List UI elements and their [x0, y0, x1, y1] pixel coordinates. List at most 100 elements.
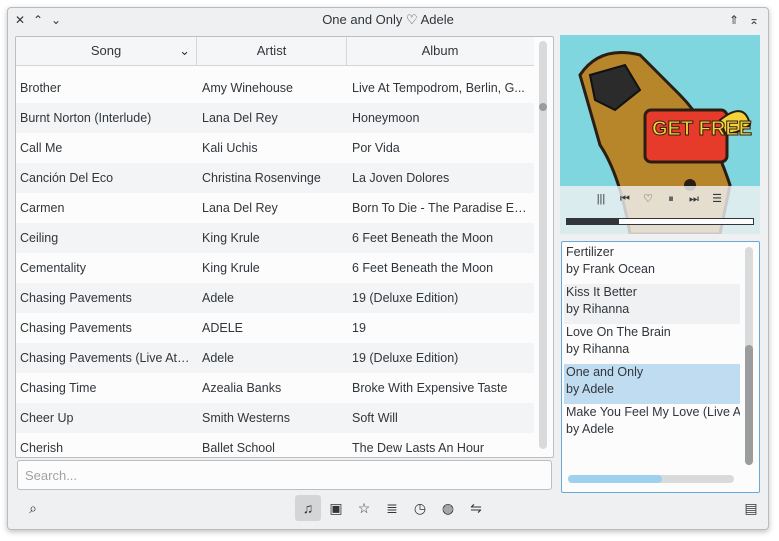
column-label-album: Album [421, 43, 459, 58]
table-row[interactable]: Chasing Time Azealia Banks Broke With Expe… [16, 373, 534, 403]
cell-artist: Amy Winehouse [202, 81, 294, 95]
playlist-item[interactable]: Make You Feel My Love (Live At by Adele [564, 404, 740, 444]
playlist-item-artist: by Adele [566, 422, 614, 436]
app-window: ✕ ⌃ ⌄ One and Only ♡ Adele ⇑ ⌅ Song ⌄ Ar… [7, 7, 769, 530]
cell-album: La Joven Dolores [352, 171, 450, 185]
shade-icon[interactable]: ⌅ [746, 12, 762, 28]
table-row[interactable]: Brother Amy Winehouse Live At Tempodrom, B… [16, 73, 534, 103]
cell-album: Born To Die - The Paradise Ed... [352, 201, 528, 215]
cell-album: Honeymoon [352, 111, 420, 125]
cell-album: 19 [352, 321, 366, 335]
cell-song: Cementality [20, 261, 86, 275]
column-header-song[interactable]: Song ⌄ [16, 37, 197, 65]
player-controls: ||| ⏮ ♡ ⏸ ⏭ ☰ [560, 186, 760, 234]
table-row[interactable]: Chasing Pavements Adele 19 (Deluxe Edition… [16, 283, 534, 313]
playlist-icon[interactable]: ≣ [379, 495, 405, 521]
playlist-item[interactable]: Love On The Brain by Rihanna [564, 324, 740, 364]
table-row[interactable]: Chasing Pavements (Live At ... Adele 19 (D… [16, 343, 534, 373]
cell-artist: Ballet School [202, 441, 275, 455]
playlist-item-selected[interactable]: One and Only by Adele [564, 364, 740, 404]
table-row[interactable]: Burnt Norton (Interlude) Lana Del Rey Hone… [16, 103, 534, 133]
bottom-toolbar: ⌕ ♫ ▣ ☆ ≣ ◷ ◍ ⇋ ▤ [8, 494, 768, 522]
cell-song: Burnt Norton (Interlude) [20, 111, 152, 125]
table-row[interactable]: Cherish Ballet School The Dew Lasts An Hou… [16, 433, 534, 457]
table-scrollbar-handle[interactable] [539, 103, 547, 111]
cell-album: Por Vida [352, 141, 400, 155]
seek-bar[interactable] [566, 218, 754, 225]
table-scrollbar[interactable] [539, 41, 547, 449]
cell-album: The Dew Lasts An Hour [352, 441, 485, 455]
titlebar: ✕ ⌃ ⌄ One and Only ♡ Adele ⇑ ⌅ [8, 8, 768, 32]
table-row[interactable]: Canción Del Eco Christina Rosenvinge La Jo… [16, 163, 534, 193]
table-row[interactable]: Ceiling King Krule 6 Feet Beneath the Moon [16, 223, 534, 253]
notes-icon[interactable]: ▤ [738, 495, 764, 521]
cell-artist: Christina Rosenvinge [202, 171, 321, 185]
playlist-item-title: One and Only [566, 365, 644, 379]
table-row[interactable]: Cementality King Krule 6 Feet Beneath the … [16, 253, 534, 283]
globe-icon[interactable]: ◍ [435, 495, 461, 521]
playlist-scrollbar[interactable] [745, 247, 753, 465]
search-placeholder: Search... [25, 468, 78, 483]
column-label-artist: Artist [256, 43, 287, 58]
next-icon[interactable]: ⏭ [685, 190, 703, 208]
cell-song: Brother [20, 81, 61, 95]
playlist-item-artist: by Frank Ocean [566, 262, 655, 276]
table-row[interactable]: Carmen Lana Del Rey Born To Die - The Para… [16, 193, 534, 223]
pause-icon[interactable]: ⏸ [662, 190, 680, 208]
music-note-icon[interactable]: ♫ [295, 495, 321, 521]
search-field[interactable]: Search... [17, 460, 552, 490]
cell-artist: Lana Del Rey [202, 201, 278, 215]
song-table: Song ⌄ Artist Album Brother Amy Winehouse… [15, 36, 554, 458]
cell-song: Chasing Time [20, 381, 97, 395]
cell-song: Cheer Up [20, 411, 74, 425]
playlist-item-artist: by Rihanna [566, 342, 630, 356]
cell-album: 19 (Deluxe Edition) [352, 291, 459, 305]
seek-bar-fill [567, 219, 620, 224]
window-title: One and Only ♡ Adele [322, 12, 454, 27]
table-header: Song ⌄ Artist Album [16, 37, 534, 66]
star-icon[interactable]: ☆ [351, 495, 377, 521]
playlist-item[interactable]: Fertilizer by Frank Ocean [564, 244, 740, 284]
cell-song: Chasing Pavements (Live At ... [20, 351, 190, 365]
table-row[interactable]: Call Me Kali Uchis Por Vida [16, 133, 534, 163]
cell-album: 6 Feet Beneath the Moon [352, 231, 494, 245]
playlist-scrollbar-handle[interactable] [745, 345, 753, 465]
cell-song: Cherish [20, 441, 64, 455]
playlist-item-title: Kiss It Better [566, 285, 637, 299]
cell-album: Live At Tempodrom, Berlin, G... [352, 81, 525, 95]
cell-artist: Adele [202, 291, 234, 305]
column-header-artist[interactable]: Artist [197, 37, 347, 65]
previous-icon[interactable]: ⏮ [616, 190, 634, 208]
table-row[interactable]: Cheer Up Smith Westerns Soft Will [16, 403, 534, 433]
playlist-item-title: Make You Feel My Love (Live At [566, 405, 740, 419]
history-icon[interactable]: ◷ [407, 495, 433, 521]
settings-sliders-icon[interactable]: ⇋ [463, 495, 489, 521]
cell-album: Soft Will [352, 411, 398, 425]
visualizer-icon[interactable]: ||| [592, 190, 610, 208]
album-icon[interactable]: ▣ [323, 495, 349, 521]
album-art-text: GET FREE [652, 118, 752, 140]
cell-artist: ADELE [202, 321, 243, 335]
playlist-panel: Fertilizer by Frank Ocean Kiss It Better… [561, 241, 760, 493]
cell-artist: Smith Westerns [202, 411, 290, 425]
queue-icon[interactable]: ☰ [708, 190, 726, 208]
keep-above-icon[interactable]: ⇑ [726, 12, 742, 28]
cell-artist: Lana Del Rey [202, 111, 278, 125]
sort-chevron-down-icon: ⌄ [179, 43, 190, 58]
playlist-horizontal-scrollbar-handle[interactable] [568, 475, 662, 483]
search-icon[interactable]: ⌕ [20, 495, 46, 521]
table-row[interactable]: Chasing Pavements ADELE 19 [16, 313, 534, 343]
table-rows: Brother Amy Winehouse Live At Tempodrom, B… [16, 73, 534, 457]
cell-artist: King Krule [202, 231, 260, 245]
cell-song: Chasing Pavements [20, 291, 132, 305]
cell-song: Canción Del Eco [20, 171, 114, 185]
heart-icon[interactable]: ♡ [639, 190, 657, 208]
cell-artist: Kali Uchis [202, 141, 258, 155]
cell-album: Broke With Expensive Taste [352, 381, 508, 395]
cell-song: Carmen [20, 201, 65, 215]
playlist-item[interactable]: Kiss It Better by Rihanna [564, 284, 740, 324]
column-header-album[interactable]: Album [347, 37, 533, 65]
cell-artist: Adele [202, 351, 234, 365]
cell-album: 19 (Deluxe Edition) [352, 351, 459, 365]
playlist-horizontal-scrollbar[interactable] [568, 475, 734, 483]
